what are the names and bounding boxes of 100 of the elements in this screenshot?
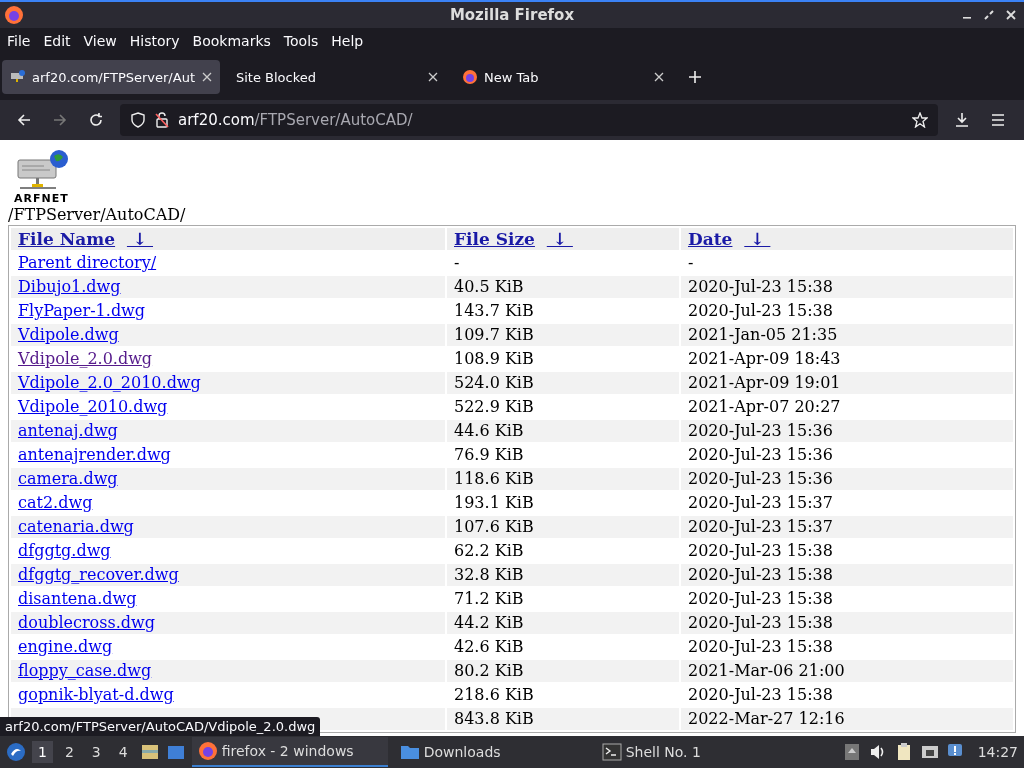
file-date: 2020-Jul-23 15:37: [688, 493, 833, 512]
firefox-logo-icon: [4, 5, 24, 25]
file-date: 2020-Jul-23 15:36: [688, 445, 833, 464]
file-link[interactable]: disantena.dwg: [18, 589, 137, 608]
file-date: 2021-Apr-07 20:27: [688, 397, 841, 416]
workspace-button[interactable]: 3: [85, 741, 107, 763]
restore-icon[interactable]: [984, 10, 994, 20]
column-sort-link[interactable]: File Name: [18, 229, 116, 249]
menu-item[interactable]: Help: [331, 33, 364, 49]
file-date: 2020-Jul-23 15:38: [688, 277, 833, 296]
file-date: 2021-Mar-06 21:00: [688, 661, 845, 680]
file-date: 2020-Jul-23 15:38: [688, 589, 833, 608]
menu-item[interactable]: View: [83, 33, 117, 49]
url-text: arf20.com/FTPServer/AutoCAD/: [178, 111, 413, 129]
file-date: 2021-Jan-05 21:35: [688, 325, 838, 344]
file-link[interactable]: dfggtg.dwg: [18, 541, 111, 560]
file-date: 2020-Jul-23 15:38: [688, 685, 833, 704]
file-size: 143.7 KiB: [454, 301, 534, 320]
file-size: 843.8 KiB: [454, 709, 534, 728]
file-size: 107.6 KiB: [454, 517, 534, 536]
file-size: 522.9 KiB: [454, 397, 534, 416]
close-icon[interactable]: [428, 72, 438, 82]
firefox-logo-icon: [462, 69, 478, 85]
browser-tab[interactable]: New Tab: [454, 60, 672, 94]
file-size: 109.7 KiB: [454, 325, 534, 344]
menu-icon[interactable]: [990, 112, 1006, 128]
column-sort-link[interactable]: Date: [688, 229, 733, 249]
file-size: 44.6 KiB: [454, 421, 524, 440]
file-size: -: [454, 253, 460, 272]
forward-icon[interactable]: [52, 112, 68, 128]
menu-item[interactable]: Edit: [43, 33, 71, 49]
workspace-button[interactable]: 1: [32, 741, 53, 763]
workspace-button[interactable]: 2: [58, 741, 80, 763]
file-link[interactable]: camera.dwg: [18, 469, 118, 488]
file-size: 40.5 KiB: [454, 277, 524, 296]
file-link[interactable]: antenaj.dwg: [18, 421, 118, 440]
server-globe-icon: [14, 148, 70, 192]
file-manager-icon[interactable]: [139, 742, 160, 762]
file-date: 2020-Jul-23 15:38: [688, 613, 833, 632]
file-size: 42.6 KiB: [454, 637, 524, 656]
file-date: 2020-Jul-23 15:37: [688, 517, 833, 536]
file-size: 44.2 KiB: [454, 613, 524, 632]
file-date: 2020-Jul-23 15:38: [688, 541, 833, 560]
taskbar-window-button[interactable]: Shell No. 1: [595, 737, 792, 767]
file-size: 62.2 KiB: [454, 541, 524, 560]
server-icon: [10, 69, 26, 85]
file-date: 2020-Jul-23 15:38: [688, 637, 833, 656]
firefox-logo-icon: [197, 741, 218, 761]
file-date: 2021-Apr-09 18:43: [688, 349, 841, 368]
clock: 14:27: [977, 744, 1018, 760]
file-size: 193.1 KiB: [454, 493, 534, 512]
insecure-lock-icon: [154, 112, 170, 128]
file-link[interactable]: Parent directory/: [18, 253, 157, 272]
column-sort-link[interactable]: File Size: [454, 229, 535, 249]
menu-item[interactable]: Bookmarks: [192, 33, 271, 49]
file-size: 108.9 KiB: [454, 349, 534, 368]
file-link[interactable]: cat2.dwg: [18, 493, 93, 512]
file-date: 2020-Jul-23 15:38: [688, 565, 833, 584]
browser-tab[interactable]: arf20.com/FTPServer/Aut: [2, 60, 220, 94]
workspace-button[interactable]: 4: [112, 741, 134, 763]
sort-arrow-link[interactable]: ↓: [546, 229, 573, 249]
file-date: 2022-Mar-27 12:16: [688, 709, 845, 728]
close-icon[interactable]: [1006, 10, 1016, 20]
file-date: 2020-Jul-23 15:38: [688, 301, 833, 320]
file-date: 2020-Jul-23 15:36: [688, 421, 833, 440]
file-size: 32.8 KiB: [454, 565, 524, 584]
terminal-icon: [601, 742, 622, 762]
taskbar-window-button[interactable]: Downloads: [393, 737, 590, 767]
download-icon[interactable]: [954, 112, 970, 128]
reload-icon[interactable]: [88, 112, 104, 128]
file-size: 80.2 KiB: [454, 661, 524, 680]
file-link[interactable]: antenajrender.dwg: [18, 445, 171, 464]
file-link[interactable]: engine.dwg: [18, 637, 113, 656]
browser-tab[interactable]: Site Blocked: [228, 60, 446, 94]
close-icon[interactable]: [654, 72, 664, 82]
taskbar-window-button[interactable]: firefox - 2 windows: [191, 737, 388, 767]
sort-arrow-link[interactable]: ↓: [744, 229, 771, 249]
file-link[interactable]: Vdipole_2.0.dwg: [18, 349, 153, 368]
close-icon[interactable]: [202, 72, 212, 82]
file-link[interactable]: gopnik-blyat-d.dwg: [18, 685, 174, 704]
directory-path: /FTPServer/AutoCAD/: [8, 205, 187, 225]
file-date: 2020-Jul-23 15:36: [688, 469, 833, 488]
sort-arrow-link[interactable]: ↓: [126, 229, 153, 249]
file-link[interactable]: FlyPaper-1.dwg: [18, 301, 146, 320]
shield-icon: [130, 112, 146, 128]
file-date: 2021-Apr-09 19:01: [688, 373, 841, 392]
file-link[interactable]: Vdipole_2010.dwg: [18, 397, 168, 416]
file-size: 218.6 KiB: [454, 685, 534, 704]
file-size: 71.2 KiB: [454, 589, 524, 608]
menu-item[interactable]: File: [7, 33, 31, 49]
address-bar[interactable]: arf20.com/FTPServer/AutoCAD/: [120, 104, 938, 136]
bookmark-star-icon[interactable]: [912, 112, 928, 128]
start-menu-icon[interactable]: [6, 742, 26, 762]
new-tab-icon[interactable]: [688, 70, 702, 84]
menu-item[interactable]: History: [129, 33, 180, 49]
back-icon[interactable]: [16, 112, 32, 128]
logo-text: ARFNET: [14, 192, 70, 205]
menu-item[interactable]: Tools: [283, 33, 319, 49]
file-size: 76.9 KiB: [454, 445, 524, 464]
window-title: Mozilla Firefox: [448, 6, 576, 24]
